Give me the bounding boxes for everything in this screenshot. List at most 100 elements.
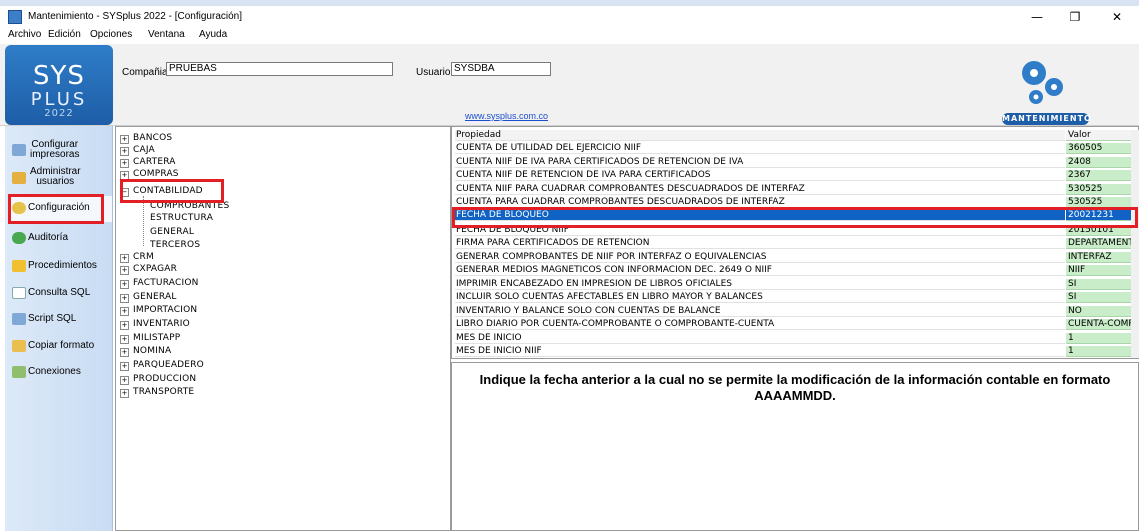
table-row[interactable]: CUENTA NIIF DE IVA PARA CERTIFICADOS DE …: [455, 157, 1136, 168]
row-prop: GENERAR MEDIOS MAGNETICOS CON INFORMACIO…: [455, 265, 1065, 276]
tree-node-caja[interactable]: + CAJA: [120, 145, 155, 156]
row-val[interactable]: INTERFAZ: [1066, 252, 1136, 263]
highlight-fecha-bloqueo: [452, 207, 1138, 228]
table-row[interactable]: MES DE INICIO NIIF 1: [455, 346, 1136, 357]
nav-label: Conexiones: [28, 366, 81, 377]
close-button[interactable]: ✕: [1102, 8, 1132, 26]
row-val[interactable]: 2367: [1066, 170, 1136, 181]
nav-configurar-impresoras[interactable]: Configurar impresoras: [8, 138, 112, 164]
row-val[interactable]: SI: [1066, 279, 1136, 290]
nav-copiar-formato[interactable]: Copiar formato: [8, 334, 112, 360]
row-prop: CUENTA NIIF DE RETENCION DE IVA PARA CER…: [455, 170, 1065, 181]
row-val[interactable]: 530525: [1066, 184, 1136, 195]
tree-node-facturacion[interactable]: + FACTURACION: [120, 278, 199, 289]
grid-header: Propiedad Valor: [455, 130, 1136, 141]
tree-node-produccion[interactable]: + PRODUCCION: [120, 374, 196, 385]
menu-archivo[interactable]: Archivo: [8, 29, 41, 40]
row-prop: LIBRO DIARIO POR CUENTA-COMPROBANTE O CO…: [455, 319, 1065, 330]
tree-node-milistapp[interactable]: + MILISTAPP: [120, 333, 180, 344]
compania-field[interactable]: PRUEBAS: [166, 62, 393, 76]
row-val[interactable]: DEPARTAMENT: [1066, 238, 1136, 249]
tree-node-cxpagar[interactable]: + CXPAGAR: [120, 264, 177, 275]
tree-node-cartera[interactable]: + CARTERA: [120, 157, 176, 168]
row-prop: CUENTA DE UTILIDAD DEL EJERCICIO NIIF: [455, 143, 1065, 154]
restore-button[interactable]: ❐: [1060, 8, 1090, 26]
logo-year: 2022: [44, 108, 74, 119]
table-row[interactable]: CUENTA NIIF DE RETENCION DE IVA PARA CER…: [455, 170, 1136, 181]
nav-consulta-sql[interactable]: Consulta SQL: [8, 281, 112, 307]
row-prop: GENERAR COMPROBANTES DE NIIF POR INTERFA…: [455, 252, 1065, 263]
row-val[interactable]: SI: [1066, 292, 1136, 303]
tree-node-importacion[interactable]: + IMPORTACION: [120, 305, 197, 316]
expand-icon[interactable]: +: [120, 280, 129, 289]
row-val[interactable]: 360505: [1066, 143, 1136, 154]
nav-label: Consulta SQL: [28, 287, 91, 298]
nav-conexiones[interactable]: Conexiones: [8, 360, 112, 386]
tree-node-general[interactable]: GENERAL: [150, 227, 194, 237]
highlight-contabilidad: [120, 179, 224, 203]
minimize-button[interactable]: —: [1022, 8, 1052, 26]
table-row[interactable]: INVENTARIO Y BALANCE SOLO CON CUENTAS DE…: [455, 306, 1136, 317]
table-row[interactable]: GENERAR COMPROBANTES DE NIIF POR INTERFA…: [455, 252, 1136, 263]
nav-administrar-usuarios[interactable]: Administrar usuarios: [8, 166, 112, 192]
table-row[interactable]: INCLUIR SOLO CUENTAS AFECTABLES EN LIBRO…: [455, 292, 1136, 303]
row-val[interactable]: NO: [1066, 306, 1136, 317]
nav-label-2: usuarios: [36, 176, 75, 187]
tree-node-general[interactable]: + GENERAL: [120, 292, 177, 303]
window-title: Mantenimiento - SYSplus 2022 - [Configur…: [28, 11, 243, 22]
table-row[interactable]: FIRMA PARA CERTIFICADOS DE RETENCION DEPA…: [455, 238, 1136, 249]
script-icon: [12, 313, 26, 325]
table-row[interactable]: CUENTA DE UTILIDAD DEL EJERCICIO NIIF 360…: [455, 143, 1136, 154]
table-row[interactable]: MES DE INICIO 1: [455, 333, 1136, 344]
grid-scrollbar[interactable]: [1131, 130, 1139, 358]
expand-icon[interactable]: +: [120, 321, 129, 330]
menu-ayuda[interactable]: Ayuda: [199, 29, 227, 40]
tree-node-terceros[interactable]: TERCEROS: [150, 240, 200, 250]
nav-procedimientos[interactable]: Procedimientos: [8, 254, 112, 280]
tree-node-bancos[interactable]: + BANCOS: [120, 133, 172, 144]
website-link[interactable]: www.sysplus.com.co: [465, 111, 548, 121]
lightning-icon: [12, 260, 26, 272]
table-row[interactable]: CUENTA NIIF PARA CUADRAR COMPROBANTES DE…: [455, 184, 1136, 195]
row-val[interactable]: 1: [1066, 346, 1136, 357]
row-val[interactable]: 2408: [1066, 157, 1136, 168]
nav-label: Script SQL: [28, 313, 77, 324]
expand-icon[interactable]: +: [120, 348, 129, 357]
menu-edicion[interactable]: Edición: [48, 29, 81, 40]
row-prop: MES DE INICIO NIIF: [455, 346, 1065, 357]
row-val[interactable]: CUENTA-COMP: [1066, 319, 1136, 330]
tree-node-parqueadero[interactable]: + PARQUEADERO: [120, 360, 204, 371]
row-prop: FIRMA PARA CERTIFICADOS DE RETENCION: [455, 238, 1065, 249]
tree-node-inventario[interactable]: + INVENTARIO: [120, 319, 190, 330]
menu-ventana[interactable]: Ventana: [148, 29, 185, 40]
tree-node-transporte[interactable]: + TRANSPORTE: [120, 387, 194, 398]
row-prop: CUENTA NIIF DE IVA PARA CERTIFICADOS DE …: [455, 157, 1065, 168]
usuario-label: Usuario:: [416, 67, 454, 78]
tree-node-estructura[interactable]: ESTRUCTURA: [150, 213, 213, 223]
row-val[interactable]: 1: [1066, 333, 1136, 344]
expand-icon[interactable]: +: [120, 266, 129, 275]
expand-icon[interactable]: +: [120, 376, 129, 385]
nav-auditoria[interactable]: Auditoría: [8, 226, 112, 252]
table-row[interactable]: GENERAR MEDIOS MAGNETICOS CON INFORMACIO…: [455, 265, 1136, 276]
expand-icon[interactable]: +: [120, 147, 129, 156]
tree-node-nomina[interactable]: + NOMINA: [120, 346, 171, 357]
expand-icon[interactable]: +: [120, 254, 129, 263]
tree-node-crm[interactable]: + CRM: [120, 252, 154, 263]
nav-script-sql[interactable]: Script SQL: [8, 307, 112, 333]
expand-icon[interactable]: +: [120, 294, 129, 303]
expand-icon[interactable]: +: [120, 362, 129, 371]
usuario-field[interactable]: SYSDBA: [451, 62, 551, 76]
table-row[interactable]: IMPRIMIR ENCABEZADO EN IMPRESION DE LIBR…: [455, 279, 1136, 290]
logo-sys: SYS: [33, 61, 85, 91]
expand-icon[interactable]: +: [120, 307, 129, 316]
gears-icon: [1022, 61, 1063, 104]
expand-icon[interactable]: +: [120, 335, 129, 344]
expand-icon[interactable]: +: [120, 389, 129, 398]
menu-opciones[interactable]: Opciones: [90, 29, 132, 40]
grid-header-val: Valor: [1066, 130, 1136, 141]
row-val[interactable]: NIIF: [1066, 265, 1136, 276]
table-row[interactable]: LIBRO DIARIO POR CUENTA-COMPROBANTE O CO…: [455, 319, 1136, 330]
expand-icon[interactable]: +: [120, 159, 129, 168]
expand-icon[interactable]: +: [120, 135, 129, 144]
